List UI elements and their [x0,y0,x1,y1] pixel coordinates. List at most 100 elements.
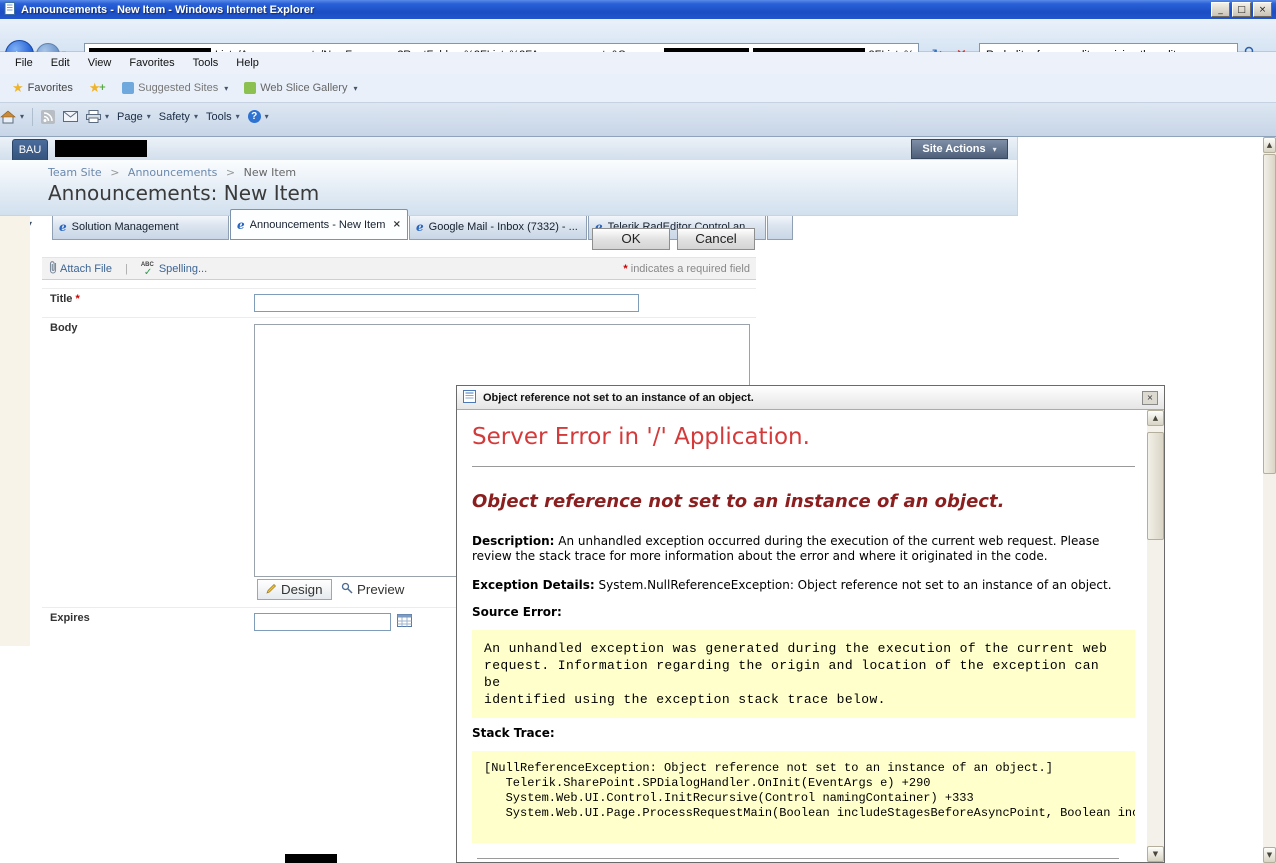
error-subheading: Object reference not set to an instance … [472,491,1005,512]
page-scrollbar[interactable]: ▲ ▼ [1263,137,1276,863]
close-button[interactable]: × [1253,2,1272,17]
web-slice-gallery-button[interactable]: Web Slice Gallery ▾ [238,79,363,97]
help-button[interactable]: ? ▾ [247,110,269,123]
title-field-label: Title * [50,293,80,305]
asterisk-icon: * [623,262,628,275]
title-bar: Announcements - New Item - Windows Inter… [0,0,1276,19]
scroll-down-icon[interactable]: ▼ [1147,846,1164,862]
breadcrumb-separator: > [225,166,236,179]
breadcrumb-announcements[interactable]: Announcements [128,166,217,179]
spellcheck-icon: ABC ✓ [140,261,154,278]
expires-field-label: Expires [50,612,90,624]
paperclip-icon [48,260,58,277]
tools-menu-button[interactable]: Tools ▾ [206,111,240,123]
tab-solution-management[interactable]: e Solution Management [52,213,229,240]
breadcrumb-new-item: New Item [243,166,297,179]
scroll-down-icon[interactable]: ▼ [1263,847,1276,863]
navigation-bar: ← → ▾ Lists/Announcements/NewForm.aspx?R… [0,19,1276,69]
stack-trace-box: [NullReferenceException: Object referenc… [472,751,1135,843]
dialog-title-bar[interactable]: Object reference not set to an instance … [457,386,1164,410]
divider [42,288,756,289]
add-to-favorites-button[interactable]: ★ + [83,78,112,99]
preview-mode-button[interactable]: Preview [333,579,412,600]
page-title: Announcements: New Item [48,181,320,205]
scrollbar-thumb[interactable] [1147,432,1164,540]
menu-favorites[interactable]: Favorites [120,54,183,72]
spelling-button[interactable]: ABC ✓ Spelling... [140,261,207,278]
breadcrumb: Team Site > Announcements > New Item [48,166,296,179]
error-description: Description: An unhandled exception occu… [472,534,1100,563]
site-actions-button[interactable]: Site Actions ▾ [911,139,1008,159]
window-title: Announcements - New Item - Windows Inter… [21,3,315,16]
tab-google-mail[interactable]: e Google Mail - Inbox (7332) - ... [409,213,587,240]
site-tab-bau[interactable]: BAU [12,139,48,160]
expires-input[interactable] [254,613,391,631]
scroll-up-icon[interactable]: ▲ [1263,137,1276,153]
tab-announcements-new-item[interactable]: e Announcements - New Item × [230,209,408,240]
page-title-banner: Team Site > Announcements > New Item Ann… [0,160,1018,216]
redaction-bar [55,140,147,157]
maximize-button[interactable]: □ [1232,2,1251,17]
menu-file[interactable]: File [6,54,42,72]
tab-favicon: e [416,219,424,234]
browser-window: Announcements - New Item - Windows Inter… [0,0,1276,863]
asterisk-icon: * [75,293,80,305]
dialog-scrollbar[interactable]: ▲ ▼ [1147,410,1164,862]
error-dialog: Object reference not set to an instance … [456,385,1165,863]
dialog-close-button[interactable]: × [1142,390,1158,405]
chevron-down-icon: ▾ [193,112,198,121]
error-page-content: Server Error in '/' Application. Object … [457,410,1147,862]
sharepoint-top-band [0,137,1018,160]
title-input[interactable] [254,294,639,312]
minimize-button[interactable]: _ [1211,2,1230,17]
cancel-button[interactable]: Cancel [677,228,755,250]
menu-tools[interactable]: Tools [184,54,228,72]
window-icon [4,1,16,18]
magnifier-icon [341,582,353,597]
print-button[interactable]: ▾ [86,110,109,123]
source-error-label: Source Error: [472,605,562,619]
chevron-down-icon: ▾ [146,112,151,121]
body-field-label: Body [50,322,78,334]
breadcrumb-team-site[interactable]: Team Site [48,166,102,179]
new-tab-stub[interactable] [767,213,793,240]
home-button[interactable]: ▾ [0,110,24,124]
scrollbar-thumb[interactable] [1263,154,1276,474]
safety-menu-button[interactable]: Safety ▾ [159,111,198,123]
chevron-down-icon: ▾ [992,144,997,154]
suggested-sites-button[interactable]: Suggested Sites ▾ [116,79,234,97]
favorites-button[interactable]: ★ Favorites [6,78,79,99]
feeds-button[interactable] [41,109,56,124]
date-picker-icon[interactable] [394,613,415,631]
tab-close-icon[interactable]: × [393,219,401,230]
source-error-box: An unhandled exception was generated dur… [472,630,1135,718]
chevron-down-icon: ▾ [20,112,25,121]
suggested-sites-icon [122,82,135,94]
scroll-up-icon[interactable]: ▲ [1147,410,1164,426]
dialog-icon [463,389,476,406]
page-menu-button[interactable]: Page ▾ [117,111,151,123]
ok-button[interactable]: OK [592,228,670,250]
menu-edit[interactable]: Edit [42,54,79,72]
menu-help[interactable]: Help [227,54,268,72]
favorites-bar: ★ Favorites ★ + Suggested Sites ▾ Web Sl… [0,74,1276,103]
web-slice-icon [244,82,257,94]
chevron-down-icon: ▾ [224,83,229,93]
window-controls: _ □ × [1211,2,1272,17]
left-margin-strip [0,216,30,646]
breadcrumb-separator: > [110,166,120,179]
attach-file-button[interactable]: Attach File [48,260,112,277]
command-bar: ▾ ▾ Page ▾ Safety ▾ Tools ▾ ? ▾ [0,103,1276,130]
chevron-down-icon: ▾ [105,112,110,121]
read-mail-button[interactable] [63,111,79,122]
plus-icon: + [98,83,107,93]
chevron-down-icon: ▾ [235,112,240,121]
design-mode-button[interactable]: Design [257,579,332,600]
divider [32,107,34,126]
chevron-down-icon: ▾ [264,112,269,121]
tab-favicon: e [237,217,245,232]
menu-view[interactable]: View [79,54,121,72]
chevron-down-icon: ▾ [353,83,358,93]
form-toolbar: Attach File | ABC ✓ Spelling... * indica… [42,257,756,280]
favorites-star-icon: ★ [12,80,24,96]
